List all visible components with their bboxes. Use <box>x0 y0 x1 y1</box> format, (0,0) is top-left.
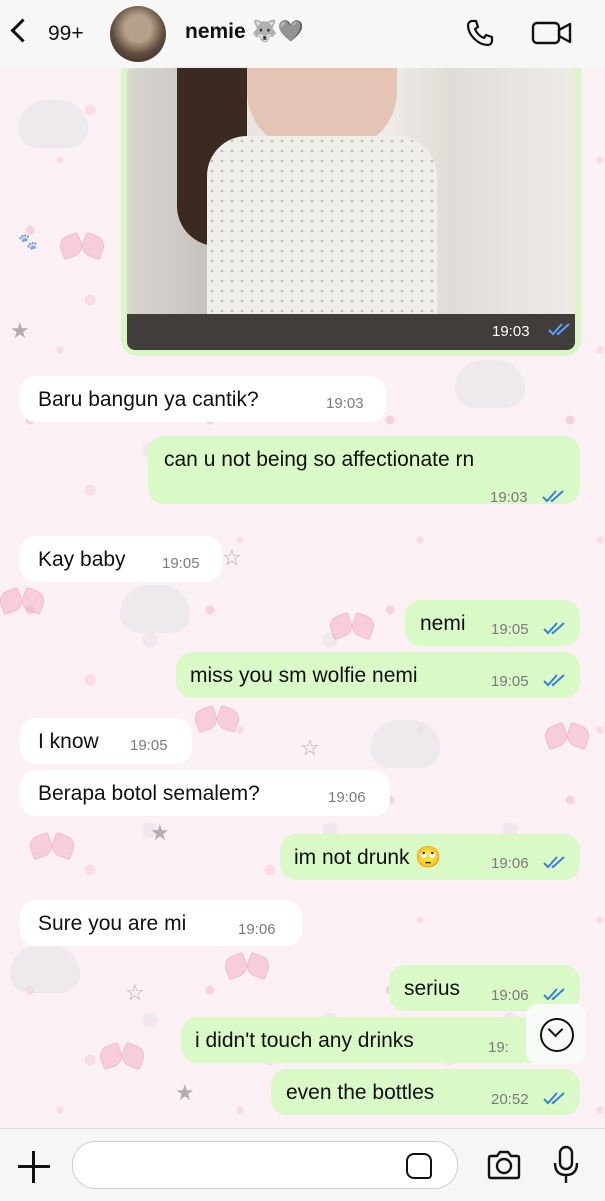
message-time: 19:06 <box>491 855 529 872</box>
message-bubble-incoming[interactable]: I know 19:05 <box>20 718 192 764</box>
message-bubble-outgoing[interactable]: i didn't touch any drinks 19: <box>181 1017 580 1063</box>
message-time: 19:06 <box>491 987 529 1004</box>
message-time: 19:05 <box>491 673 529 690</box>
wallpaper-star-icon: ☆ <box>300 735 320 760</box>
message-time: 19:06 <box>328 789 366 806</box>
message-bubble-incoming[interactable]: Sure you are mi 19:06 <box>20 900 302 946</box>
message-time: 19:03 <box>492 323 530 340</box>
chat-header: 99+ nemie 🐺🩶 <box>0 0 605 68</box>
message-text: Berapa botol semalem? <box>38 782 260 805</box>
read-receipt-icon <box>543 622 565 635</box>
message-time: 19:03 <box>326 395 364 412</box>
wallpaper-bow-icon <box>30 835 74 857</box>
message-text: even the bottles <box>286 1081 435 1104</box>
wallpaper-bow-icon <box>195 708 239 730</box>
message-bubble-outgoing[interactable]: miss you sm wolfie nemi 19:05 <box>176 652 580 698</box>
wallpaper-bow-icon <box>225 955 269 977</box>
wallpaper-dog-icon <box>10 945 80 993</box>
read-receipt-icon <box>543 988 565 1001</box>
wallpaper-bow-icon <box>100 1045 144 1067</box>
message-text: nemi <box>420 612 466 635</box>
phone-call-icon[interactable] <box>465 18 495 48</box>
read-receipt-icon <box>543 856 565 869</box>
message-time: 20:52 <box>491 1091 529 1108</box>
scroll-to-bottom-button[interactable] <box>526 1004 586 1064</box>
camera-icon[interactable] <box>486 1149 522 1181</box>
message-bubble-incoming[interactable]: Kay baby 19:05 <box>20 536 222 582</box>
read-receipt-icon <box>543 1092 565 1105</box>
wallpaper-dog-icon <box>455 360 525 408</box>
wallpaper-bow-icon <box>60 235 104 257</box>
wallpaper-star-icon: ★ <box>10 318 30 343</box>
photo-message-image[interactable] <box>127 66 575 350</box>
read-receipt-icon <box>542 490 564 503</box>
message-time: 19:03 <box>490 489 528 506</box>
contact-name[interactable]: nemie 🐺🩶 <box>185 20 304 44</box>
message-text: miss you sm wolfie nemi <box>190 664 418 687</box>
wallpaper-star-icon: ★ <box>150 820 170 845</box>
message-text: serius <box>404 977 461 1000</box>
message-bubble-outgoing[interactable]: im not drunk 🙄 19:06 <box>280 834 580 880</box>
message-bubble-incoming[interactable]: Baru bangun ya cantik? 19:03 <box>20 376 386 422</box>
message-input[interactable] <box>72 1141 458 1189</box>
plus-icon[interactable] <box>18 1151 50 1183</box>
wallpaper-bow-icon <box>330 615 374 637</box>
message-text: I know <box>38 730 99 753</box>
wallpaper-dog-icon <box>370 720 440 768</box>
read-receipt-icon <box>548 323 570 336</box>
message-time: 19:06 <box>238 921 276 938</box>
message-text: i didn't touch any drinks <box>195 1029 414 1052</box>
message-time: 19: <box>488 1039 509 1056</box>
wallpaper-bow-icon <box>545 725 589 747</box>
wallpaper-bow-icon <box>0 590 44 612</box>
read-receipt-icon <box>543 674 565 687</box>
avatar[interactable] <box>110 6 166 62</box>
message-bubble-outgoing[interactable]: even the bottles 20:52 <box>271 1069 580 1115</box>
wallpaper-dog-icon <box>120 585 190 633</box>
microphone-icon[interactable] <box>553 1145 579 1185</box>
wallpaper-dog-icon <box>18 100 88 148</box>
sticker-icon[interactable] <box>406 1153 432 1179</box>
wallpaper-star-icon: ☆ <box>222 545 242 570</box>
message-bubble-outgoing[interactable]: can u not being so affectionate rn 19:03 <box>148 436 580 506</box>
message-bubble-outgoing[interactable]: nemi 19:05 <box>405 600 580 646</box>
message-text: Kay baby <box>38 548 126 571</box>
message-text: Baru bangun ya cantik? <box>38 388 259 411</box>
message-time: 19:05 <box>130 737 168 754</box>
message-bubble-incoming[interactable]: Berapa botol semalem? 19:06 <box>20 770 390 816</box>
message-text: Sure you are mi <box>38 912 187 935</box>
message-text: im not drunk 🙄 <box>294 846 442 869</box>
wallpaper-star-icon: ☆ <box>125 980 145 1005</box>
back-chevron-icon[interactable] <box>10 18 35 43</box>
unread-count[interactable]: 99+ <box>48 22 84 46</box>
video-call-icon[interactable] <box>531 18 573 48</box>
wallpaper-star-icon: ★ <box>175 1080 195 1105</box>
message-text: can u not being so affectionate rn <box>164 448 475 471</box>
message-time: 19:05 <box>162 555 200 572</box>
message-composer <box>0 1128 605 1201</box>
wallpaper-paw-icon: 🐾 <box>18 234 38 251</box>
message-time: 19:05 <box>491 621 529 638</box>
